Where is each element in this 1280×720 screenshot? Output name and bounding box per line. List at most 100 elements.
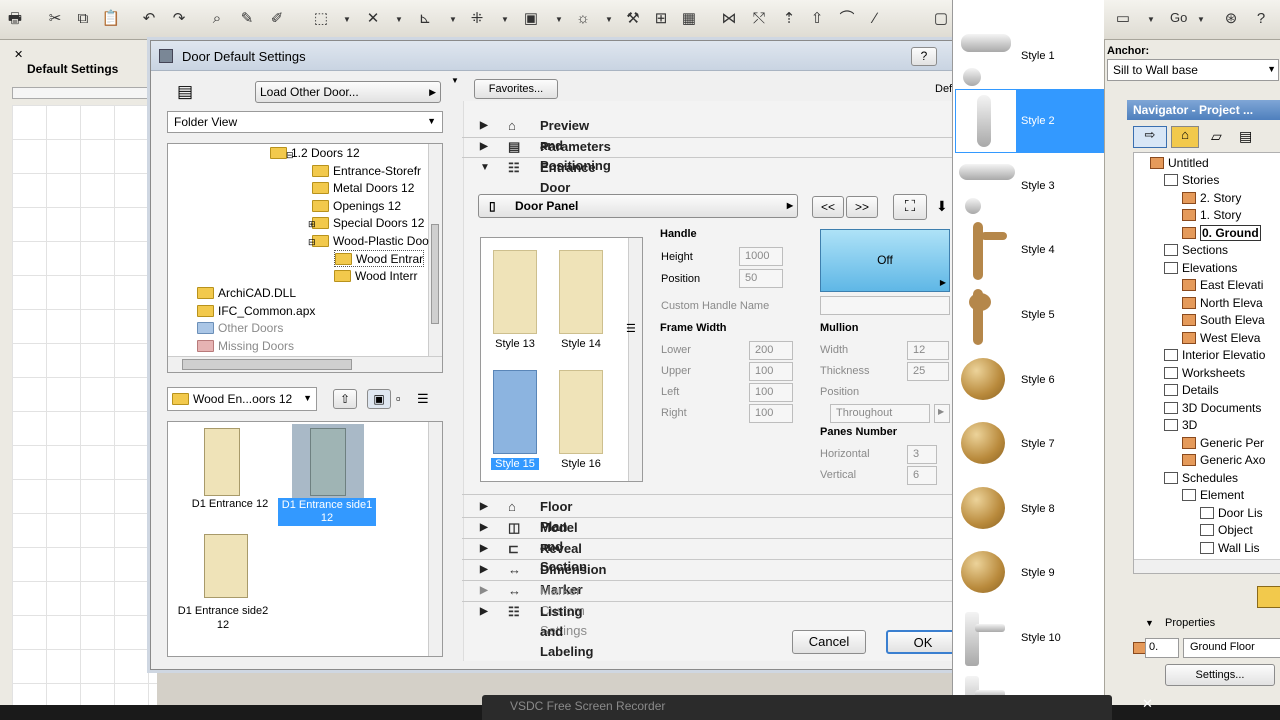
frame-upper-field[interactable]: 100 (749, 362, 793, 381)
nav-item[interactable]: Sections (1164, 242, 1228, 259)
navigator-title[interactable]: Navigator - Project ... (1127, 100, 1280, 120)
chevron-right-icon[interactable]: ▶ (934, 404, 950, 423)
grid-snap-icon[interactable]: ⁜ (466, 8, 488, 30)
nav-item[interactable]: 3D Documents (1164, 400, 1261, 417)
style-item[interactable]: Style 5 (953, 283, 1105, 347)
display-icon[interactable]: ▭ (1112, 8, 1134, 30)
globe-icon[interactable]: ⊛ (1220, 8, 1242, 30)
tree-folder-selected[interactable]: Wood Entrar (334, 250, 425, 267)
nav-item[interactable]: Object (1200, 522, 1253, 539)
floor-number-field[interactable]: 0. (1145, 638, 1179, 658)
layout-book-icon[interactable]: ▱ (1211, 128, 1222, 145)
frame-lower-field[interactable]: 200 (749, 341, 793, 360)
door-thumbnail-d1-entrance-side2[interactable] (204, 534, 248, 598)
handle-height-field[interactable]: 1000 (739, 247, 783, 266)
style-item[interactable]: Style 10 (953, 606, 1105, 670)
style-item[interactable]: Style 9 (953, 541, 1105, 605)
collapse-icon[interactable]: ⊟ (286, 150, 294, 161)
grid-dropdown-icon[interactable]: ▼ (500, 12, 510, 28)
chevron-down-icon[interactable]: ▼ (1145, 618, 1154, 628)
left-scrollbar[interactable] (12, 87, 152, 99)
help-icon[interactable]: ? (1250, 8, 1272, 30)
light-dropdown-icon[interactable]: ▼ (604, 12, 614, 28)
style-item[interactable]: Style 6 (953, 348, 1105, 412)
tool-icon[interactable]: ⬇ (936, 198, 948, 215)
copy-icon[interactable]: ⧉ (72, 8, 94, 30)
nav-item[interactable]: Worksheets (1164, 365, 1245, 382)
project-map-button[interactable]: ⇨ (1133, 126, 1167, 148)
folder-icon[interactable] (1257, 586, 1280, 608)
nav-item[interactable]: Stories (1164, 172, 1219, 189)
stretch-icon[interactable]: ⇧ (806, 8, 828, 30)
guide-icon[interactable]: ⊾ (414, 8, 436, 30)
undo-icon[interactable]: ↶ (138, 8, 160, 30)
tree-folder[interactable]: Openings 12 (312, 198, 401, 215)
tree-folder[interactable]: Wood-Plastic Doo (312, 233, 429, 250)
recorder-close-icon[interactable]: ✕ (1142, 696, 1153, 712)
panel-style-picker[interactable]: Style 13 Style 14 Style 15 Style 16 (480, 237, 643, 482)
nav-item[interactable]: Untitled (1150, 155, 1209, 172)
display-dropdown-icon[interactable]: ▼ (1146, 12, 1156, 28)
elevate-icon[interactable]: ⇡ (778, 8, 800, 30)
load-other-door-button[interactable]: Load Other Door... ▶ (255, 81, 441, 103)
handle-position-field[interactable]: 50 (739, 269, 783, 288)
door-thumbnail-d1-entrance[interactable] (204, 428, 240, 496)
expand-icon[interactable]: ⊞ (308, 219, 316, 230)
nav-item[interactable]: Door Lis (1200, 505, 1263, 522)
view-mode-icon[interactable]: ▤ (177, 82, 207, 104)
nav-item[interactable]: 3D (1164, 417, 1197, 434)
anchor-select[interactable]: Sill to Wall base ▼ (1107, 59, 1279, 81)
handle-style-list[interactable]: Style 1 Style 2 Style 3 Style 4 Style 5 … (952, 0, 1105, 720)
tree-folder[interactable]: 1.2 Doors 12 (270, 145, 360, 162)
mullion-width-field[interactable]: 12 (907, 341, 949, 360)
style-item[interactable]: Style 4 (953, 218, 1105, 282)
folder-tree[interactable]: 1.2 Doors 12 Entrance-Storefr Metal Door… (167, 143, 443, 373)
close-panel-icon[interactable]: ✕ (14, 48, 23, 61)
door-thumbnail-d1-entrance-side1[interactable] (310, 428, 346, 496)
nav-item[interactable]: 1. Story (1182, 207, 1241, 224)
frame-left-field[interactable]: 100 (749, 383, 793, 402)
recorder-window[interactable]: VSDC Free Screen Recorder ✕ (482, 695, 1153, 720)
thumbs-scrollbar[interactable] (428, 422, 442, 656)
style-item[interactable]: Style 7 (953, 412, 1105, 476)
snap-dropdown-icon[interactable]: ▼ (394, 12, 404, 28)
door-style-16[interactable] (559, 370, 603, 454)
list-icon[interactable]: ☰ (626, 322, 636, 335)
window-icon[interactable]: ▢ (930, 8, 952, 30)
frame-right-field[interactable]: 100 (749, 404, 793, 423)
offset-icon[interactable]: ∕ (864, 8, 886, 30)
syringe-icon[interactable]: ✐ (266, 8, 288, 30)
view-map-button[interactable]: ⌂ (1171, 126, 1199, 148)
paste-icon[interactable]: 📋 (100, 8, 122, 30)
tree-folder[interactable]: Other Doors (197, 320, 283, 337)
fit-view-button[interactable]: ⛶ (893, 194, 927, 220)
style-item-selected[interactable]: Style 2 (953, 89, 1105, 153)
marquee-icon[interactable]: ⬚ (310, 8, 332, 30)
settings-button[interactable]: Settings... (1165, 664, 1275, 686)
nav-item[interactable]: Elevations (1164, 260, 1237, 277)
publisher-icon[interactable]: ▤ (1239, 128, 1252, 145)
dialog-titlebar[interactable]: Door Default Settings ? (151, 41, 964, 71)
large-icons-button[interactable]: ▣ (367, 389, 391, 409)
nav-item[interactable]: Wall Lis (1200, 540, 1260, 557)
list-view-icon[interactable]: ☰ (417, 391, 429, 407)
library-select[interactable]: Wood En...oors 12 ▼ (167, 387, 317, 411)
table-icon[interactable]: ▦ (678, 8, 700, 30)
fillet-icon[interactable]: ⌒ (836, 8, 858, 30)
nav-item[interactable]: West Eleva (1182, 330, 1260, 347)
door-style-13[interactable] (493, 250, 537, 334)
door-style-15-selected[interactable] (493, 370, 537, 454)
object-thumbnails[interactable]: D1 Entrance 12 D1 Entrance side1 12 D1 E… (167, 421, 443, 657)
navigator-tree[interactable]: Untitled Stories 2. Story 1. Story 0. Gr… (1133, 152, 1280, 574)
snap-icon[interactable]: ✕ (362, 8, 384, 30)
nav-item[interactable]: East Elevati (1182, 277, 1263, 294)
folder-view-select[interactable]: Folder View ▼ (167, 111, 443, 133)
ok-button[interactable]: OK (886, 630, 960, 654)
favorites-button[interactable]: Favorites... (474, 79, 558, 99)
go-dropdown-icon[interactable]: ▼ (1196, 12, 1206, 28)
dropdown-arrow-icon[interactable]: ▼ (451, 76, 459, 85)
navigator-hscrollbar[interactable] (1134, 559, 1280, 573)
cancel-button[interactable]: Cancel (792, 630, 866, 654)
tree-folder[interactable]: ArchiCAD.DLL (197, 285, 296, 302)
panes-horizontal-field[interactable]: 3 (907, 445, 937, 464)
